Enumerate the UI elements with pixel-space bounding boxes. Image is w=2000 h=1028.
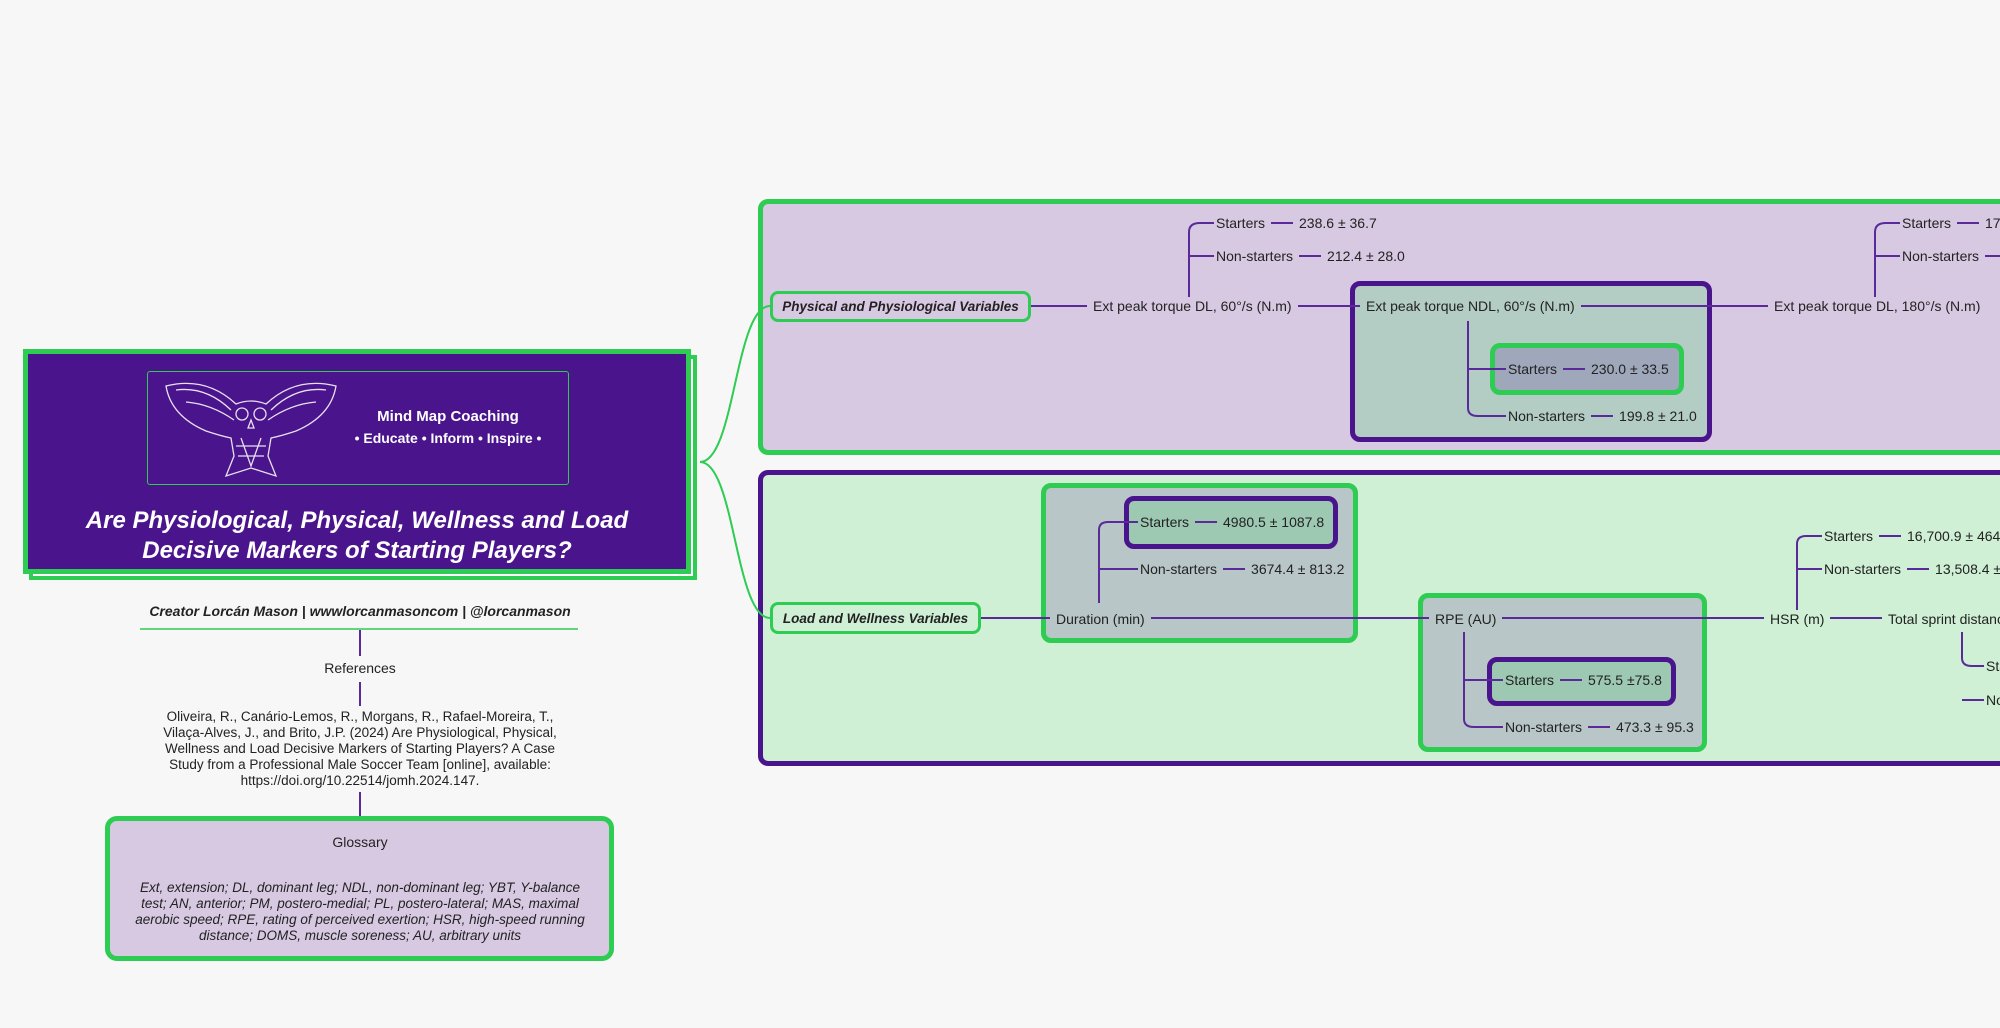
group-label: Starters (1508, 361, 1558, 377)
connector (1563, 368, 1586, 370)
load-node-label: Load and Wellness Variables (782, 610, 969, 626)
duration-starters: Starters 4980.5 ± 1087.8 (1140, 514, 1324, 530)
glossary-text: Ext, extension; DL, dominant leg; NDL, n… (110, 880, 610, 944)
value: 17 (1985, 215, 2000, 231)
load-node[interactable]: Load and Wellness Variables (770, 602, 981, 634)
reference-line: Oliveira, R., Canário-Lemos, R., Morgans… (166, 709, 554, 724)
rpe-node[interactable]: RPE (AU) (1429, 610, 1503, 628)
reference-line[interactable]: https://doi.org/10.22514/jomh.2024.147. (110, 773, 610, 789)
group-label: Non-starters (1508, 408, 1586, 424)
glossary-line: aerobic speed; RPE, rating of perceived … (135, 912, 585, 927)
group-label: Starters (1902, 215, 1952, 231)
ndl60-starters: Starters 230.0 ± 33.5 (1508, 361, 1669, 377)
duration-node[interactable]: Duration (min) (1050, 610, 1151, 628)
brand-name: Mind Map Coaching (377, 408, 519, 425)
rpe-starters: Starters 575.5 ±75.8 (1505, 672, 1662, 688)
dl180-starters: Starters 17 (1902, 215, 2000, 231)
map-title-line1: Are Physiological, Physical, Wellness an… (85, 507, 629, 534)
glossary-line: test; AN, anterior; PM, postero-medial; … (141, 896, 579, 911)
value: 199.8 ± 21.0 (1619, 408, 1697, 424)
connector (1299, 255, 1322, 257)
connector (1985, 255, 2000, 257)
group-label: Non-starters (1505, 719, 1583, 735)
brand-tagline: • Educate • Inform • Inspire • (354, 430, 542, 446)
ndl60-non-starters: Non-starters 199.8 ± 21.0 (1508, 408, 1697, 424)
value: 238.6 ± 36.7 (1299, 215, 1377, 231)
value: 4980.5 ± 1087.8 (1223, 514, 1325, 530)
value: 212.4 ± 28.0 (1327, 248, 1405, 264)
group-label: Non-starters (1216, 248, 1294, 264)
connector (1560, 679, 1583, 681)
creator-underline (140, 628, 578, 630)
reference-text: Oliveira, R., Canário-Lemos, R., Morgans… (110, 709, 610, 789)
hsr-starters: Starters 16,700.9 ± 4646 (1824, 528, 2000, 544)
value: 16,700.9 ± 4646 (1907, 528, 2000, 544)
connector (1223, 568, 1246, 570)
map-title-line2: Decisive Markers of Starting Players? (142, 537, 572, 564)
map-title: Are Physiological, Physical, Wellness an… (28, 506, 686, 566)
connector (1907, 568, 1930, 570)
value: 575.5 ±75.8 (1588, 672, 1662, 688)
connector (1588, 726, 1611, 728)
dl180-non-starters: Non-starters (1902, 248, 2000, 264)
group-label: Starters (1505, 672, 1555, 688)
physical-node-label: Physical and Physiological Variables (782, 299, 1019, 314)
owl-logo-icon (165, 382, 337, 478)
glossary-label: Glossary (332, 834, 388, 850)
references-label: References (324, 660, 396, 676)
sprint-starters: Starters (1986, 658, 2000, 674)
dl60-non-starters: Non-starters 212.4 ± 28.0 (1216, 248, 1405, 264)
rpe-non-starters: Non-starters 473.3 ± 95.3 (1505, 719, 1694, 735)
glossary-line: Ext, extension; DL, dominant leg; NDL, n… (139, 880, 580, 895)
group-label: Starters (1824, 528, 1874, 544)
group-label: Starters (1140, 514, 1190, 530)
dl60-node[interactable]: Ext peak torque DL, 60°/s (N.m) (1087, 297, 1298, 315)
connector (1879, 535, 1902, 537)
sprint-node[interactable]: Total sprint distance (1882, 610, 2000, 628)
logo-box: Mind Map Coaching • Educate • Inform • I… (147, 371, 569, 485)
dl180-node[interactable]: Ext peak torque DL, 180°/s (N.m) (1768, 297, 1987, 315)
dl60-starters: Starters 238.6 ± 36.7 (1216, 215, 1377, 231)
value: 3674.4 ± 813.2 (1251, 561, 1345, 577)
sprint-non-starters: Non-starters (1986, 692, 2000, 708)
group-label: Starters (1216, 215, 1266, 231)
group-label: Non-starters (1824, 561, 1902, 577)
hsr-non-starters: Non-starters 13,508.4 ± (1824, 561, 2000, 577)
connector (1591, 415, 1614, 417)
value: 230.0 ± 33.5 (1591, 361, 1669, 377)
connector (1195, 521, 1218, 523)
hsr-node[interactable]: HSR (m) (1764, 610, 1831, 628)
creator-credit: Creator Lorcán Mason | wwwlorcanmasoncom… (149, 603, 571, 619)
duration-non-starters: Non-starters 3674.4 ± 813.2 (1140, 561, 1344, 577)
value: 13,508.4 ± (1935, 561, 2000, 577)
physical-node[interactable]: Physical and Physiological Variables (770, 291, 1031, 322)
ndl60-node[interactable]: Ext peak torque NDL, 60°/s (N.m) (1360, 297, 1581, 315)
reference-line: Wellness and Load Decisive Markers of St… (165, 741, 555, 756)
group-label: Non-starters (1140, 561, 1218, 577)
connector (1271, 222, 1294, 224)
value: 473.3 ± 95.3 (1616, 719, 1694, 735)
group-label: Non-starters (1902, 248, 1980, 264)
glossary-line: distance; DOMS, muscle soreness; AU, arb… (198, 928, 522, 943)
connector (1957, 222, 1980, 224)
title-card: Mind Map Coaching • Educate • Inform • I… (23, 349, 691, 574)
reference-line: Vilaça-Alves, J., and Brito, J.P. (2024)… (163, 725, 557, 740)
reference-line: Study from a Professional Male Soccer Te… (169, 757, 551, 772)
